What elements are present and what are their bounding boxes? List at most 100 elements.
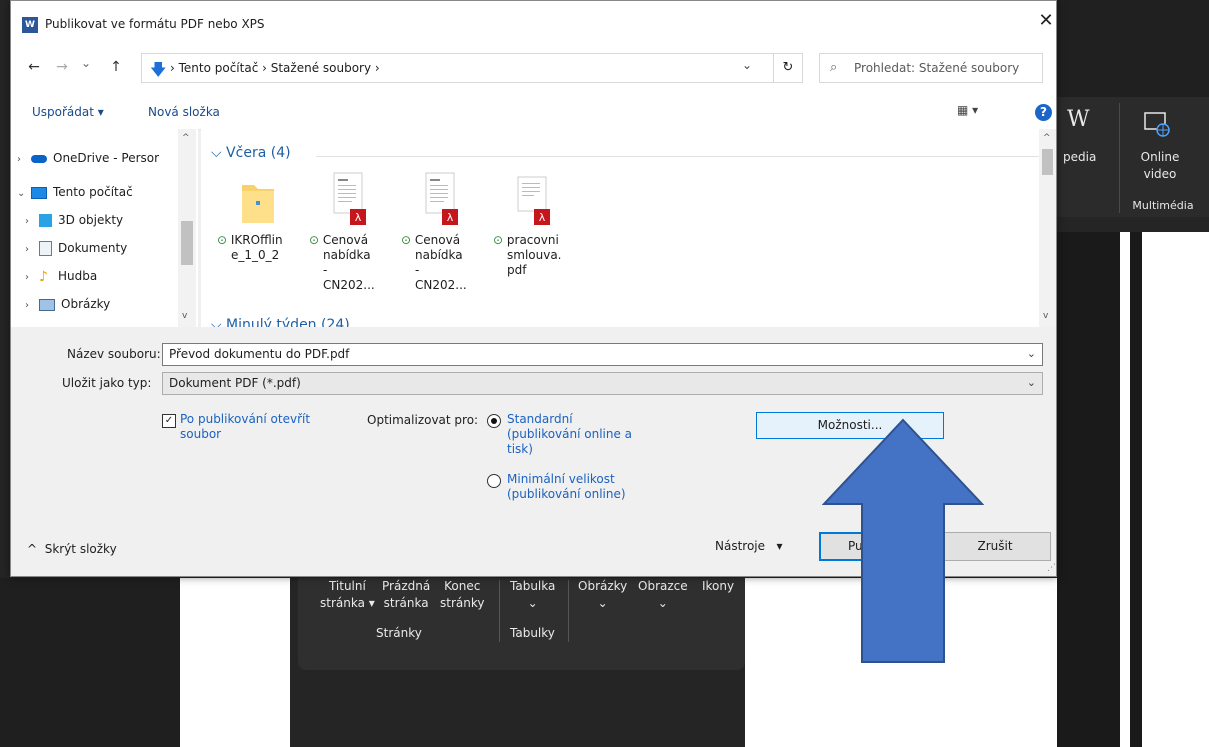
open-after-publish-label[interactable]: Po publikování otevřít soubor <box>180 412 310 442</box>
optimize-minimum-label[interactable]: Minimální velikost (publikování online) <box>507 472 626 502</box>
optimize-label: Optimalizovat pro: <box>367 413 479 427</box>
nav-pane-scrollbar[interactable]: ^ v <box>178 129 196 327</box>
chevron-right-icon[interactable]: › <box>25 293 39 319</box>
radio-selected-dot <box>491 418 497 424</box>
svg-text:λ: λ <box>355 211 362 224</box>
pictures-button[interactable]: Obrázky ⌄ <box>578 578 627 612</box>
synced-check-icon: ⊙ <box>493 233 504 247</box>
navigation-bar: ← → ⌄ ↑ 🡇 › Tento počítač › Stažené soub… <box>11 43 1056 95</box>
open-after-publish-checkbox[interactable]: ✓ <box>162 414 176 428</box>
wikipedia-icon: W <box>1067 107 1090 132</box>
word-page-right <box>1142 232 1209 747</box>
chevron-right-icon[interactable]: › <box>25 237 39 263</box>
cube-icon <box>39 214 52 227</box>
cover-page-button[interactable]: Titulní stránka ▾ <box>320 578 375 612</box>
word-app-icon: W <box>22 17 38 33</box>
optimize-standard-radio[interactable] <box>487 414 501 428</box>
chevron-down-icon[interactable]: ⌄ <box>17 181 31 207</box>
scroll-up-icon[interactable]: ^ <box>182 133 190 143</box>
save-type-select[interactable]: Dokument PDF (*.pdf) ⌄ <box>162 372 1043 395</box>
page-break-button[interactable]: Konec stránky <box>440 578 484 612</box>
filename-value[interactable]: Převod dokumentu do PDF.pdf <box>169 347 349 361</box>
file-pane-scrollbar[interactable]: ^ v <box>1039 129 1056 327</box>
chevron-right-icon[interactable]: › <box>17 147 31 173</box>
folder-icon <box>238 171 278 227</box>
annotation-arrow-icon <box>822 418 984 663</box>
file-item[interactable]: λ ⊙ Cenová nabídka - CN202... <box>309 171 391 293</box>
svg-text:λ: λ <box>539 211 546 224</box>
search-input[interactable]: Prohledat: Stažené soubory <box>854 61 1019 75</box>
online-video-icon <box>1143 111 1171 137</box>
downloads-arrow-icon: 🡇 <box>150 60 167 79</box>
pdf-file-icon: λ <box>422 171 462 227</box>
scroll-down-icon[interactable]: v <box>1043 311 1048 321</box>
chevron-right-icon[interactable]: › <box>25 265 39 291</box>
word-left-dark <box>0 578 180 747</box>
command-toolbar: Uspořádat ▾ Nová složka ▦ ▾ ? <box>11 95 1056 130</box>
scrollbar-thumb[interactable] <box>181 221 193 265</box>
file-item[interactable]: ⊙ IKROfflin e_1_0_2 <box>217 171 299 263</box>
synced-check-icon: ⊙ <box>217 233 228 247</box>
recent-locations-chevron-icon[interactable]: ⌄ <box>77 56 95 70</box>
pdf-file-icon: λ <box>514 171 554 227</box>
word-dark-panel <box>1057 232 1120 747</box>
scrollbar-thumb[interactable] <box>1042 149 1053 175</box>
shapes-button[interactable]: Obrazce ⌄ <box>638 578 688 612</box>
icons-button[interactable]: Ikony <box>702 578 734 595</box>
word-page-left <box>180 578 290 747</box>
chevron-right-icon[interactable]: › <box>25 209 39 235</box>
nav-item-documents[interactable]: › Dokumenty <box>25 235 127 261</box>
computer-icon <box>31 186 47 199</box>
optimize-standard-label[interactable]: Standardní (publikování online a tisk) <box>507 412 632 457</box>
tools-menu[interactable]: Nástroje ▾ <box>715 539 783 553</box>
table-button[interactable]: Tabulka ⌄ <box>510 578 555 612</box>
nav-item-onedrive[interactable]: › OneDrive - Persor <box>17 145 159 171</box>
hide-folders-button[interactable]: ^ Skrýt složky <box>27 542 117 556</box>
forward-arrow-icon[interactable]: → <box>53 59 71 75</box>
nav-item-3d-objects[interactable]: › 3D objekty <box>25 207 123 233</box>
back-arrow-icon[interactable]: ← <box>25 59 43 75</box>
group-header-yesterday[interactable]: ⌵ Včera (4) <box>211 145 291 161</box>
search-icon: ⌕ <box>830 60 838 75</box>
breadcrumb[interactable]: › Tento počítač › Stažené soubory › <box>170 61 380 75</box>
pictures-icon <box>39 298 55 311</box>
nav-item-music[interactable]: › ♪ Hudba <box>25 263 97 289</box>
up-arrow-icon[interactable]: ↑ <box>107 59 125 75</box>
refresh-icon[interactable]: ↻ <box>773 53 803 83</box>
word-title-area <box>1057 0 1209 97</box>
new-folder-button[interactable]: Nová složka <box>148 105 220 119</box>
ribbon-group-pages: Stránky <box>376 626 422 640</box>
scroll-up-icon[interactable]: ^ <box>1043 133 1051 143</box>
nav-item-this-pc[interactable]: ⌄ Tento počítač <box>17 179 133 205</box>
synced-check-icon: ⊙ <box>401 233 412 247</box>
address-bar[interactable]: 🡇 › Tento počítač › Stažené soubory › ⌄ <box>141 53 801 83</box>
nav-item-pictures[interactable]: › Obrázky <box>25 291 110 317</box>
address-dropdown-icon[interactable]: ⌄ <box>742 58 752 72</box>
insert-ribbon: Titulní stránka ▾ Prázdná stránka Konec str… <box>298 578 745 670</box>
search-box[interactable]: ⌕ Prohledat: Stažené soubory <box>819 53 1043 83</box>
dialog-title: Publikovat ve formátu PDF nebo XPS <box>45 17 265 31</box>
resize-grip-icon[interactable]: ⋰ <box>1047 563 1056 573</box>
synced-check-icon: ⊙ <box>309 233 320 247</box>
chevron-down-icon[interactable]: ⌄ <box>1027 347 1036 360</box>
file-item[interactable]: λ ⊙ pracovni smlouva. pdf <box>493 171 575 278</box>
group-header-last-week[interactable]: ⌵ Minulý týden (24) <box>211 317 350 327</box>
ribbon-wikipedia-label[interactable]: pedia <box>1063 149 1096 166</box>
ribbon-separator <box>499 580 500 642</box>
arrow-shape <box>822 418 984 663</box>
dropdown-arrow-icon: ▾ <box>776 539 783 553</box>
save-type-label: Uložit jako typ: <box>62 376 152 390</box>
ribbon-group-tables: Tabulky <box>510 626 555 640</box>
help-icon[interactable]: ? <box>1035 104 1052 121</box>
optimize-minimum-radio[interactable] <box>487 474 501 488</box>
blank-page-button[interactable]: Prázdná stránka <box>382 578 430 612</box>
document-icon <box>39 241 52 256</box>
online-video-button[interactable]: Online video <box>1129 149 1191 183</box>
chevron-down-icon[interactable]: ⌄ <box>1027 376 1036 389</box>
filename-field[interactable]: Převod dokumentu do PDF.pdf ⌄ <box>162 343 1043 366</box>
file-item[interactable]: λ ⊙ Cenová nabídka - CN202... <box>401 171 483 293</box>
scroll-down-icon[interactable]: v <box>182 311 187 321</box>
close-icon[interactable]: ✕ <box>1036 11 1056 31</box>
view-options-icon[interactable]: ▦ ▾ <box>957 103 978 117</box>
organize-button[interactable]: Uspořádat ▾ <box>32 105 104 119</box>
